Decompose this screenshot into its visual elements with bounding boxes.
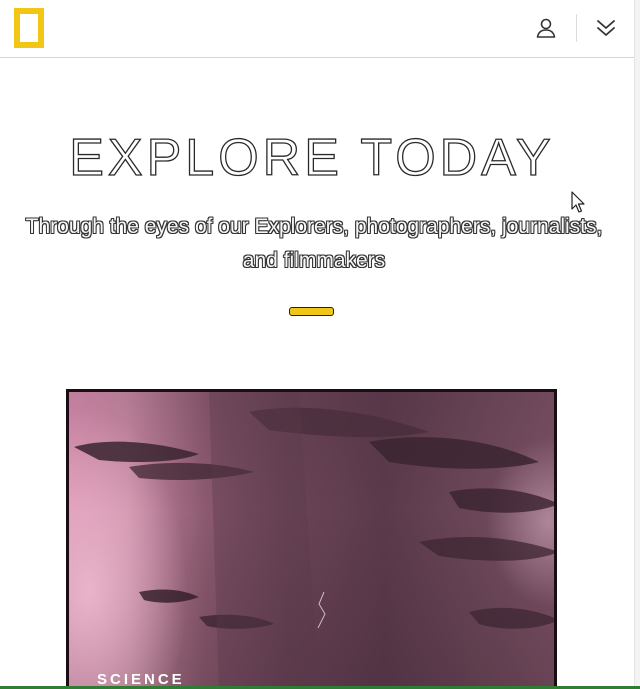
page-viewport: EXPLORE TODAY Through the eyes of our Ex… (0, 0, 640, 689)
mouse-cursor-icon (571, 191, 585, 213)
header-divider (576, 14, 577, 42)
storm-photo (74, 392, 554, 689)
user-icon (536, 18, 556, 38)
nat-geo-logo[interactable] (14, 8, 44, 48)
menu-button[interactable] (590, 12, 622, 44)
feature-card-science[interactable]: SCIENCE (66, 389, 557, 689)
page-title: EXPLORE TODAY (69, 128, 555, 187)
accent-divider (289, 307, 334, 316)
site-header (0, 0, 640, 58)
double-chevron-down-icon (597, 20, 615, 36)
page-subtitle: Through the eyes of our Explorers, photo… (25, 215, 603, 272)
scrollbar[interactable] (634, 0, 640, 689)
account-button[interactable] (530, 13, 562, 43)
